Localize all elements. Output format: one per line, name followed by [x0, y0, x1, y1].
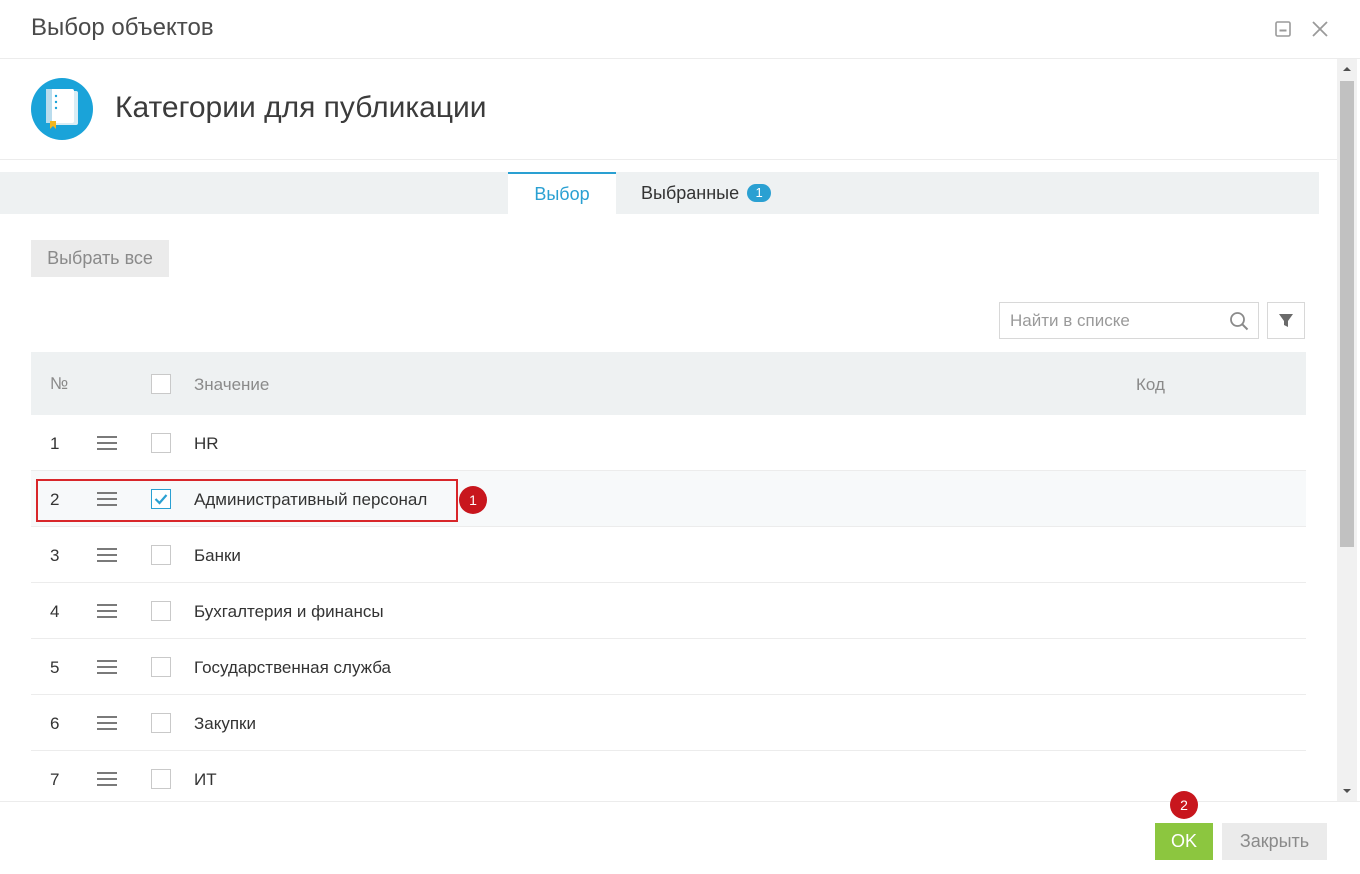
- row-number: 3: [50, 546, 60, 565]
- vertical-scrollbar[interactable]: [1337, 59, 1357, 801]
- table-row[interactable]: 1 HR: [31, 415, 1306, 471]
- search-icon[interactable]: [1229, 311, 1249, 331]
- drag-handle-icon[interactable]: [97, 715, 117, 731]
- row-checkbox[interactable]: [151, 657, 171, 677]
- close-icon[interactable]: [1309, 18, 1331, 40]
- drag-handle-icon[interactable]: [97, 435, 117, 451]
- tab-selected-label: Выбранные: [641, 183, 740, 203]
- grid-header: № Значение Код: [31, 352, 1306, 415]
- dialog-content: Категории для публикации Выбор Выбранные…: [0, 59, 1337, 801]
- items-grid: № Значение Код 1 HR 2 Административный п…: [31, 352, 1306, 801]
- row-value: Закупки: [194, 714, 256, 733]
- column-header-value[interactable]: Значение: [194, 375, 269, 395]
- select-all-checkbox[interactable]: [151, 374, 171, 394]
- column-header-num[interactable]: №: [50, 374, 68, 394]
- object-header: Категории для публикации: [0, 59, 1337, 160]
- table-row[interactable]: 5 Государственная служба: [31, 639, 1306, 695]
- row-checkbox[interactable]: [151, 601, 171, 621]
- tabs-bar: Выбор Выбранные 1: [0, 172, 1319, 214]
- table-row[interactable]: 7 ИТ: [31, 751, 1306, 801]
- minimize-icon[interactable]: [1272, 18, 1294, 40]
- drag-handle-icon[interactable]: [97, 547, 117, 563]
- scroll-down-arrow-icon[interactable]: [1337, 781, 1357, 801]
- tab-selected[interactable]: Выбранные 1: [627, 172, 797, 214]
- object-title: Категории для публикации: [115, 91, 487, 124]
- filter-icon: [1268, 314, 1304, 342]
- table-row[interactable]: 6 Закупки: [31, 695, 1306, 751]
- row-checkbox[interactable]: [151, 769, 171, 789]
- column-header-code[interactable]: Код: [1136, 375, 1165, 395]
- tab-select-label: Выбор: [534, 184, 590, 204]
- row-value: Государственная служба: [194, 658, 392, 677]
- dialog-header: Выбор объектов: [0, 0, 1360, 59]
- drag-handle-icon[interactable]: [97, 659, 117, 675]
- selected-count-badge: 1: [747, 184, 772, 202]
- row-number: 5: [50, 658, 60, 677]
- row-value: HR: [194, 434, 219, 453]
- table-row[interactable]: 3 Банки: [31, 527, 1306, 583]
- dialog-title: Выбор объектов: [31, 14, 214, 41]
- annotation-marker-2: 2: [1170, 791, 1198, 819]
- filter-button[interactable]: [1267, 302, 1305, 339]
- scrollbar-thumb[interactable]: [1340, 81, 1354, 547]
- close-button[interactable]: Закрыть: [1222, 823, 1327, 860]
- row-number: 1: [50, 434, 60, 453]
- select-all-button[interactable]: Выбрать все: [31, 240, 169, 277]
- row-number: 4: [50, 602, 60, 621]
- row-value: Банки: [194, 546, 241, 565]
- row-number: 7: [50, 770, 60, 789]
- row-checkbox[interactable]: [151, 433, 171, 453]
- table-row[interactable]: 4 Бухгалтерия и финансы: [31, 583, 1306, 639]
- row-checkbox[interactable]: [151, 545, 171, 565]
- drag-handle-icon[interactable]: [97, 603, 117, 619]
- annotation-marker-1: 1: [459, 486, 487, 514]
- row-number: 6: [50, 714, 60, 733]
- dialog-footer: OK Закрыть: [0, 801, 1360, 874]
- annotation-highlight-box: [36, 479, 458, 522]
- row-value: Бухгалтерия и финансы: [194, 602, 384, 621]
- tab-select[interactable]: Выбор: [508, 172, 616, 214]
- drag-handle-icon[interactable]: [97, 771, 117, 787]
- search-input[interactable]: [1000, 303, 1220, 338]
- search-box: [999, 302, 1259, 339]
- scroll-up-arrow-icon[interactable]: [1337, 59, 1357, 79]
- book-icon: [31, 78, 93, 140]
- row-value: ИТ: [194, 770, 217, 789]
- row-checkbox[interactable]: [151, 713, 171, 733]
- ok-button[interactable]: OK: [1155, 823, 1213, 860]
